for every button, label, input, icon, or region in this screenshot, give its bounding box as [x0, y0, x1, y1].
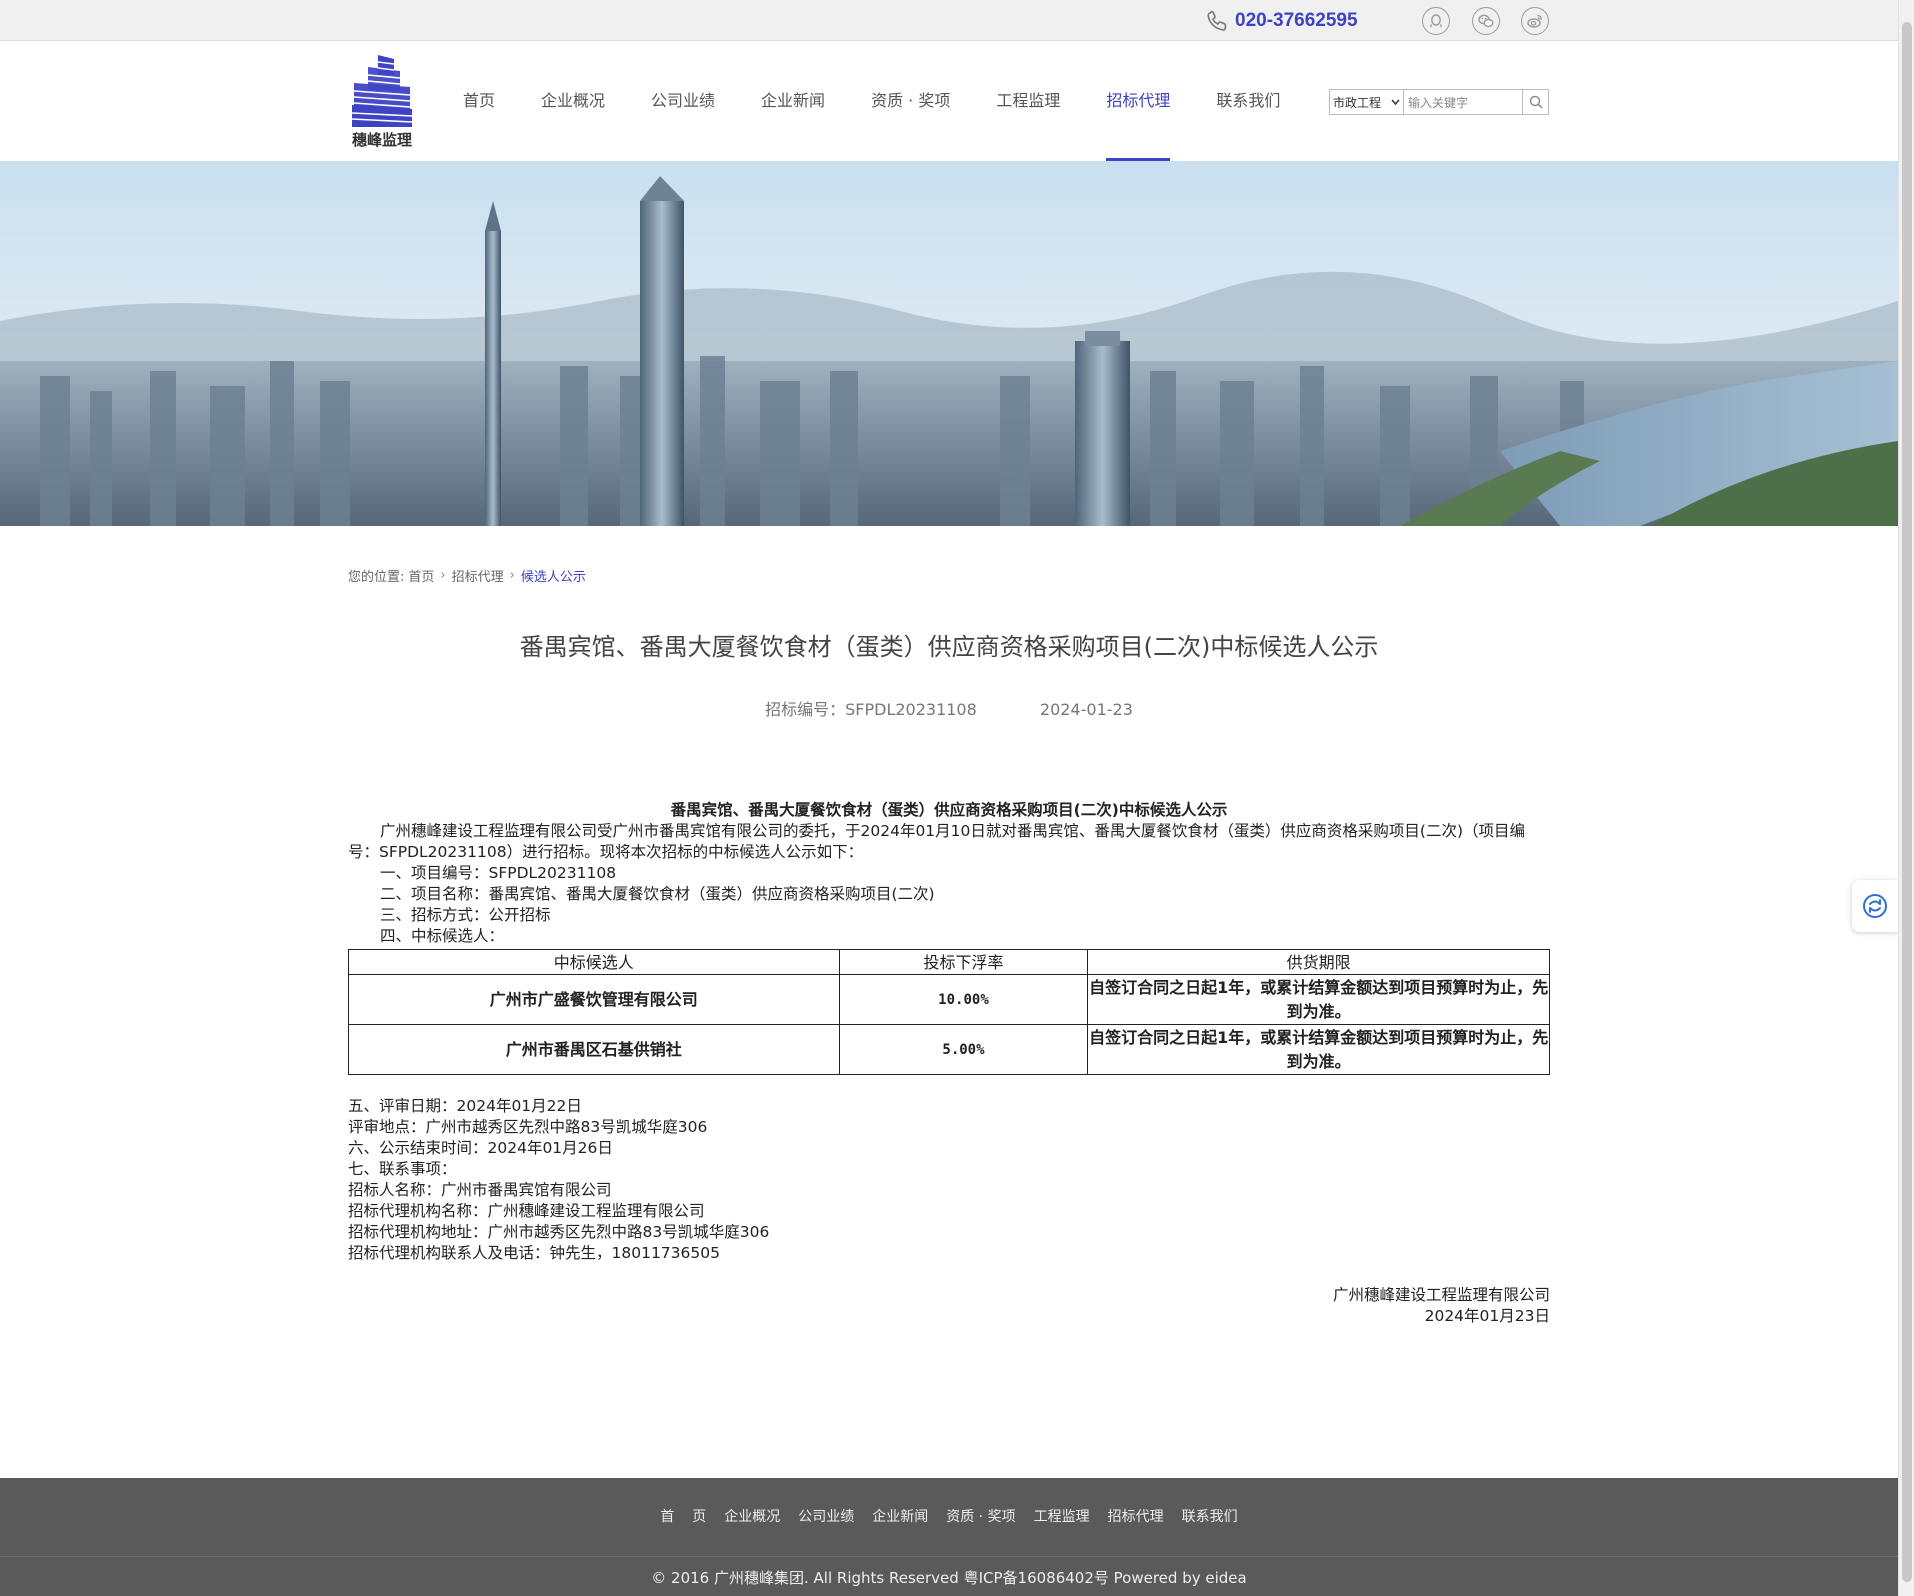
- search-category-select[interactable]: 市政工程: [1330, 90, 1404, 114]
- nav-item-home[interactable]: 首页: [440, 41, 518, 161]
- table-row: 广州市番禺区石基供销社 5.00% 自签订合同之日起1年，或累计结算金额达到项目…: [348, 1024, 1550, 1075]
- breadcrumb-bidding-agency[interactable]: 招标代理: [452, 566, 504, 585]
- wechat-icon[interactable]: [1472, 7, 1500, 35]
- table-row: 广州市广盛餐饮管理有限公司 10.00% 自签订合同之日起1年，或累计结算金额达…: [348, 974, 1550, 1025]
- page-scrollbar[interactable]: [1898, 0, 1914, 1596]
- footer-link-supervision[interactable]: 工程监理: [1025, 1506, 1099, 1526]
- signature-company: 广州穗峰建设工程监理有限公司: [1332, 1286, 1550, 1304]
- item-project-name: 二、项目名称：番禺宾馆、番禺大厦餐饮食材（蛋类）供应商资格采购项目(二次): [380, 885, 935, 903]
- phone-number: 020-37662595: [1235, 10, 1358, 31]
- table-header: 中标候选人: [348, 949, 840, 975]
- review-location: 评审地点：广州市越秀区先烈中路83号凯城华庭306: [348, 1118, 708, 1136]
- footer-link-performance[interactable]: 公司业绩: [789, 1506, 863, 1526]
- discount-rate: 5.00%: [838, 1024, 1089, 1075]
- nav-item-performance[interactable]: 公司业绩: [628, 41, 738, 161]
- site-logo[interactable]: 穗峰监理: [348, 53, 416, 153]
- qq-icon[interactable]: [1422, 7, 1450, 35]
- breadcrumb-home[interactable]: 首页: [408, 566, 434, 585]
- candidate-name: 广州市番禺区石基供销社: [348, 1024, 840, 1075]
- search-bar: 市政工程 输入关键字: [1329, 89, 1549, 115]
- supply-period: 自签订合同之日起1年，或累计结算金额达到项目预算时为止，先到为准。: [1087, 1024, 1550, 1075]
- breadcrumb: 您的位置: 首页 › 招标代理 › 候选人公示: [348, 566, 586, 585]
- agency-contact: 招标代理机构联系人及电话：钟先生，18011736505: [348, 1244, 720, 1262]
- nav-item-about[interactable]: 企业概况: [518, 41, 628, 161]
- top-bar: 020-37662595: [0, 0, 1898, 41]
- item-project-number: 一、项目编号：SFPDL20231108: [380, 864, 617, 882]
- signature-date: 2024年01月23日: [1424, 1307, 1550, 1325]
- bid-number: 招标编号：SFPDL20231108: [765, 700, 977, 719]
- banner-image: [0, 161, 1898, 526]
- review-date: 五、评审日期：2024年01月22日: [348, 1097, 582, 1115]
- contact-heading: 七、联系事项：: [348, 1160, 457, 1178]
- search-icon: [1529, 95, 1543, 109]
- page-title: 番禺宾馆、番禺大厦餐饮食材（蛋类）供应商资格采购项目(二次)中标候选人公示: [519, 633, 1379, 661]
- logo-text: 穗峰监理: [351, 131, 412, 149]
- item-bid-method: 三、招标方式：公开招标: [380, 906, 551, 924]
- phone-contact: 020-37662595: [1205, 9, 1358, 33]
- footer-link-news[interactable]: 企业新闻: [863, 1506, 937, 1526]
- candidate-name: 广州市广盛餐饮管理有限公司: [348, 974, 840, 1025]
- breadcrumb-current[interactable]: 候选人公示: [521, 566, 586, 585]
- weibo-icon[interactable]: [1521, 7, 1549, 35]
- site-header: 穗峰监理 首页 企业概况 公司业绩 企业新闻 资质 · 奖项 工程监理 招标代理…: [0, 41, 1898, 161]
- copyright-text: © 2016 广州穗峰集团. All Rights Reserved: [651, 1569, 959, 1587]
- tenderer-name: 招标人名称：广州市番禺宾馆有限公司: [348, 1181, 612, 1199]
- nav-item-qualifications[interactable]: 资质 · 奖项: [848, 41, 973, 161]
- supply-period: 自签订合同之日起1年，或累计结算金额达到项目预算时为止，先到为准。: [1087, 974, 1550, 1025]
- agency-address: 招标代理机构地址：广州市越秀区先烈中路83号凯城华庭306: [348, 1223, 770, 1241]
- intro-paragraph: 广州穗峰建设工程监理有限公司受广州市番禺宾馆有限公司的委托，于2024年01月1…: [348, 822, 1525, 861]
- breadcrumb-prefix: 您的位置:: [348, 570, 405, 585]
- footer-link-bidding-agency[interactable]: 招标代理: [1099, 1506, 1173, 1526]
- chevron-down-icon: [1391, 99, 1400, 105]
- table-header: 投标下浮率: [838, 949, 1089, 975]
- discount-rate: 10.00%: [838, 974, 1089, 1025]
- article-meta: 招标编号：SFPDL20231108 2024-01-23: [348, 696, 1550, 720]
- powered-by-link[interactable]: Powered by eidea: [1114, 1569, 1247, 1587]
- table-header-row: 中标候选人 投标下浮率 供货期限: [348, 949, 1550, 975]
- article-content: 番禺宾馆、番禺大厦餐饮食材（蛋类）供应商资格采购项目(二次)中标候选人公示 广州…: [348, 800, 1550, 1327]
- scrollbar-thumb[interactable]: [1902, 22, 1912, 1582]
- search-input[interactable]: 输入关键字: [1404, 90, 1522, 114]
- footer-link-about[interactable]: 企业概况: [715, 1506, 789, 1526]
- agency-name: 招标代理机构名称：广州穗峰建设工程监理有限公司: [348, 1202, 705, 1220]
- item-candidates: 四、中标候选人：: [380, 927, 505, 945]
- nav-item-contact[interactable]: 联系我们: [1193, 41, 1303, 161]
- content-title: 番禺宾馆、番禺大厦餐饮食材（蛋类）供应商资格采购项目(二次)中标候选人公示: [670, 801, 1228, 819]
- footer-copyright: © 2016 广州穗峰集团. All Rights Reserved 粤ICP备…: [0, 1567, 1898, 1588]
- chevron-right-icon: ›: [440, 568, 446, 583]
- search-category-value: 市政工程: [1333, 95, 1382, 110]
- float-service-button[interactable]: [1852, 880, 1898, 932]
- publish-date: 2024-01-23: [1039, 700, 1133, 719]
- footer-link-home[interactable]: 首 页: [651, 1506, 715, 1526]
- publicity-end: 六、公示结束时间：2024年01月26日: [348, 1139, 613, 1157]
- footer-nav: 首 页 企业概况 公司业绩 企业新闻 资质 · 奖项 工程监理 招标代理 联系我…: [0, 1506, 1898, 1526]
- main-nav: 首页 企业概况 公司业绩 企业新闻 资质 · 奖项 工程监理 招标代理 联系我们: [440, 41, 1303, 161]
- footer-link-qualifications[interactable]: 资质 · 奖项: [937, 1506, 1024, 1526]
- logo-building-icon: [351, 55, 413, 127]
- icp-link[interactable]: 粤ICP备16086402号: [964, 1569, 1109, 1587]
- nav-item-bidding-agency[interactable]: 招标代理: [1083, 41, 1193, 161]
- chevron-right-icon: ›: [509, 568, 515, 583]
- refresh-chat-icon: [1863, 894, 1887, 918]
- site-footer: 首 页 企业概况 公司业绩 企业新闻 资质 · 奖项 工程监理 招标代理 联系我…: [0, 1478, 1898, 1596]
- search-button[interactable]: [1522, 90, 1548, 114]
- candidates-table: 中标候选人 投标下浮率 供货期限 广州市广盛餐饮管理有限公司 10.00% 自签…: [348, 949, 1550, 1075]
- footer-link-contact[interactable]: 联系我们: [1173, 1506, 1247, 1526]
- nav-item-news[interactable]: 企业新闻: [738, 41, 848, 161]
- footer-divider: [0, 1556, 1898, 1557]
- table-header: 供货期限: [1087, 949, 1550, 975]
- nav-item-supervision[interactable]: 工程监理: [973, 41, 1083, 161]
- phone-icon: [1207, 10, 1227, 31]
